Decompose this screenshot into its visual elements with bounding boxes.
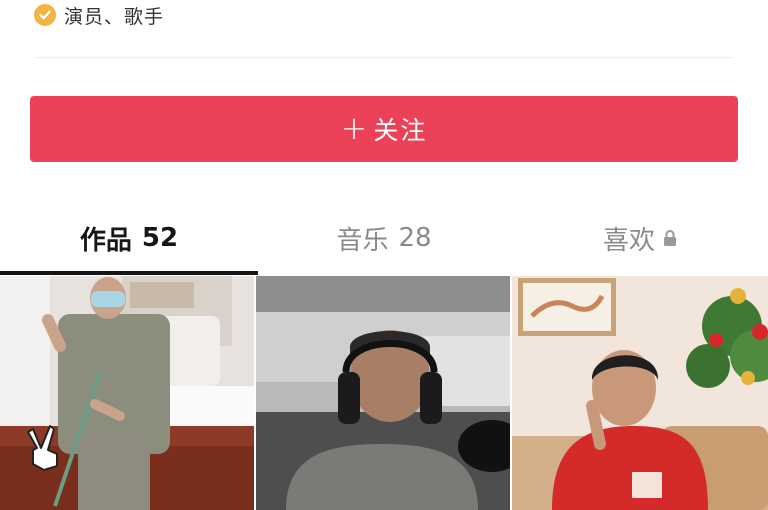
video-thumbnail-3[interactable] — [512, 276, 768, 510]
tab-likes-label: 喜欢 — [602, 225, 655, 256]
tab-works[interactable]: 作品 52 — [0, 205, 258, 271]
profile-tabs: 作品 52 音乐 28 喜欢 — [0, 205, 768, 275]
video-thumbnail-2[interactable] — [256, 276, 510, 510]
lock-icon — [663, 229, 677, 247]
tab-works-label: 作品 — [79, 225, 132, 256]
follow-button[interactable]: + 关注 — [30, 96, 738, 162]
profession-text: 演员、歌手 — [64, 5, 165, 28]
tab-likes[interactable]: 喜欢 — [512, 205, 768, 271]
check-badge-icon — [34, 4, 56, 26]
active-tab-indicator — [0, 271, 258, 275]
tab-works-count: 52 — [141, 223, 179, 253]
tab-music-count: 28 — [398, 223, 432, 253]
video-thumbnail-1[interactable] — [0, 276, 254, 510]
divider — [34, 57, 734, 58]
tab-music-label: 音乐 — [336, 225, 389, 256]
tab-music[interactable]: 音乐 28 — [256, 205, 512, 271]
verified-row: 演员、歌手 — [34, 3, 165, 28]
peace-sign-hand-icon — [24, 424, 68, 476]
video-grid — [0, 276, 768, 510]
follow-label: 关注 — [373, 116, 428, 145]
plus-icon: + — [340, 108, 368, 147]
